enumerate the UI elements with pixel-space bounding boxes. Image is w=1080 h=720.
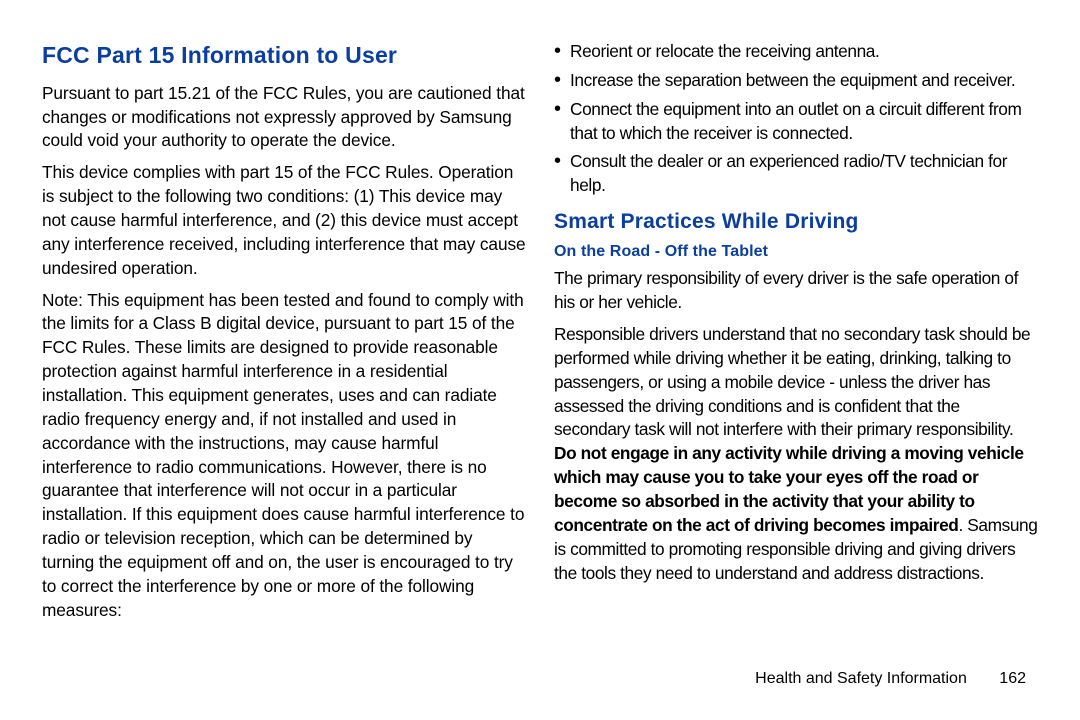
page-number: 162 (999, 670, 1026, 688)
fcc-para-2: This device complies with part 15 of the… (42, 161, 526, 280)
driving-para-2-bold: Do not engage in any activity while driv… (554, 443, 1024, 535)
list-item: Reorient or relocate the receiving anten… (554, 40, 1038, 64)
right-column: Reorient or relocate the receiving anten… (554, 40, 1038, 656)
page-footer: Health and Safety Information 162 (755, 670, 1026, 688)
list-item: Consult the dealer or an experienced rad… (554, 150, 1038, 198)
fcc-heading: FCC Part 15 Information to User (42, 40, 526, 72)
driving-para-2: Responsible drivers understand that no s… (554, 323, 1038, 585)
list-item: Increase the separation between the equi… (554, 69, 1038, 93)
fcc-para-1: Pursuant to part 15.21 of the FCC Rules,… (42, 82, 526, 154)
two-column-layout: FCC Part 15 Information to User Pursuant… (42, 40, 1038, 656)
driving-para-2a: Responsible drivers understand that no s… (554, 324, 1030, 439)
list-item: Connect the equipment into an outlet on … (554, 98, 1038, 146)
left-column: FCC Part 15 Information to User Pursuant… (42, 40, 526, 656)
fcc-para-3: Note: This equipment has been tested and… (42, 289, 526, 623)
interference-measures-list: Reorient or relocate the receiving anten… (554, 40, 1038, 198)
driving-heading: Smart Practices While Driving (554, 208, 1038, 237)
driving-subheading: On the Road - Off the Tablet (554, 241, 1038, 263)
driving-para-1: The primary responsibility of every driv… (554, 267, 1038, 315)
footer-section-label: Health and Safety Information (755, 670, 967, 687)
